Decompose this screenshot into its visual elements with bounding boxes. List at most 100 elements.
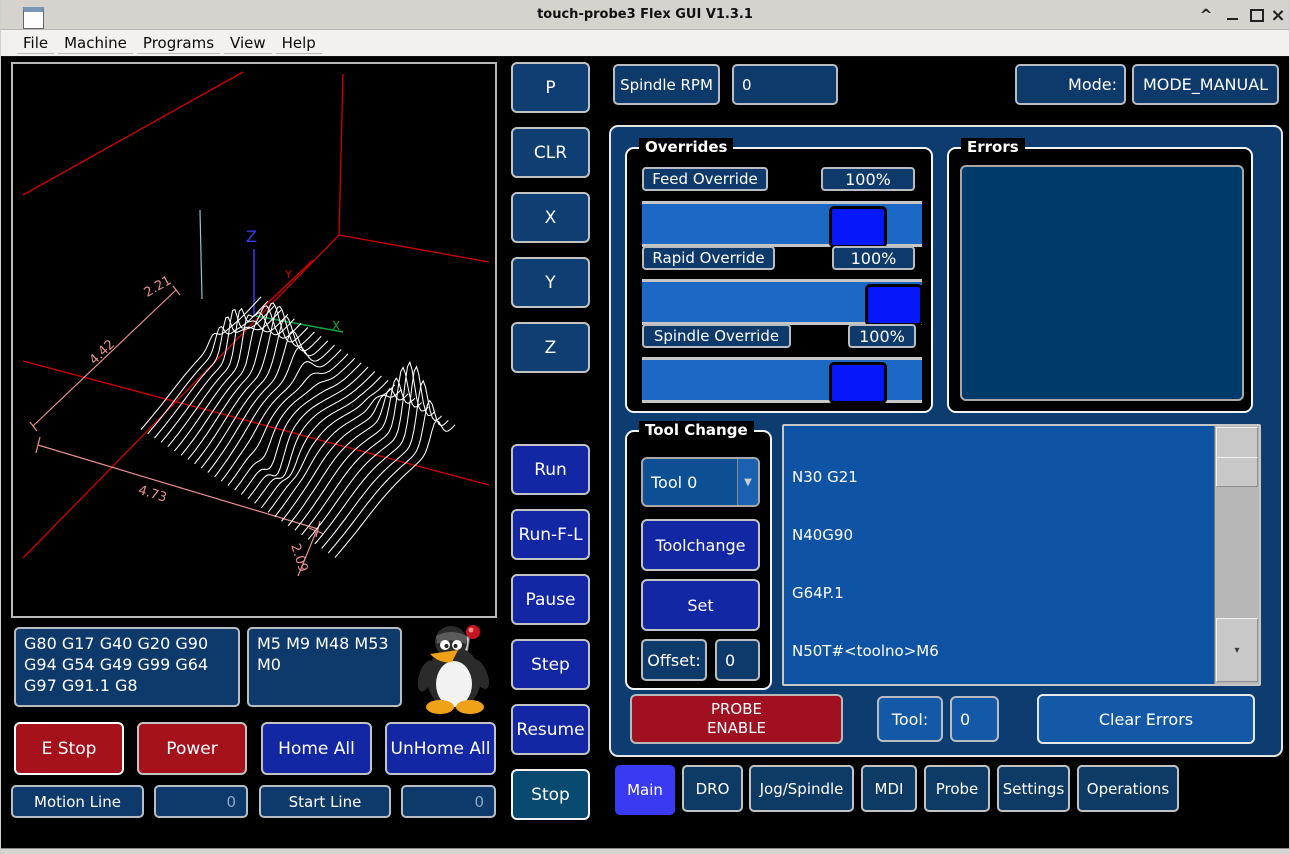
tab-jog-spindle[interactable]: Jog/Spindle (749, 765, 854, 812)
motion-line-value: 0 (154, 785, 248, 818)
stop-button[interactable]: Stop (511, 769, 590, 820)
gcodes-line: G80 G17 G40 G20 G90 (24, 633, 208, 654)
tux-penguin-image (414, 620, 498, 714)
toolpath-preview-svg: 2.21 4.42 4.73 2.09 Z X Y (13, 64, 495, 616)
errors-group: Errors (947, 147, 1253, 413)
tab-operations[interactable]: Operations (1077, 765, 1179, 812)
motion-line-label: Motion Line (11, 785, 144, 818)
titlebar[interactable]: touch-probe3 Flex GUI V1.3.1 ^ × (1, 0, 1289, 30)
close-icon[interactable]: × (1265, 0, 1290, 30)
scrollbar-down-icon[interactable]: ▾ (1216, 618, 1258, 682)
tab-settings[interactable]: Settings (997, 765, 1070, 812)
rapid-override-label: Rapid Override (642, 246, 775, 270)
mcodes-line: M0 (257, 654, 281, 675)
plot-y-button[interactable]: Y (511, 257, 590, 308)
mcodes-line: M5 M9 M48 M53 (257, 633, 389, 654)
menubar: File Machine Programs View Help (1, 30, 1289, 57)
app-window: touch-probe3 Flex GUI V1.3.1 ^ × File Ma… (0, 0, 1290, 854)
spindle-override-label: Spindle Override (642, 324, 791, 348)
dim-left: 4.42 (87, 337, 118, 368)
tab-probe[interactable]: Probe (924, 765, 990, 812)
spindle-override-slider-handle[interactable] (829, 362, 887, 404)
run-button[interactable]: Run (511, 444, 590, 495)
z-axis-label: Z (246, 227, 257, 246)
plot-z-button[interactable]: Z (511, 322, 590, 373)
feed-override-slider-handle[interactable] (829, 206, 887, 248)
shade-icon[interactable]: ^ (1193, 0, 1219, 30)
tab-dro[interactable]: DRO (682, 765, 743, 812)
clear-errors-button[interactable]: Clear Errors (1037, 694, 1255, 744)
gcode-line[interactable]: N30 G21 (792, 468, 1213, 487)
active-gcodes-box: G80 G17 G40 G20 G90 G94 G54 G49 G99 G64 … (14, 627, 240, 707)
start-line-value: 0 (401, 785, 496, 818)
tool-status-value: 0 (950, 696, 999, 742)
gcode-lines: N30 G21 N40G90 G64P.1 N50T#<toolno>M6 N6… (784, 426, 1213, 684)
chevron-down-icon[interactable]: ▼ (737, 459, 758, 505)
errors-list[interactable] (960, 165, 1244, 401)
gcode-line[interactable]: N50T#<toolno>M6 (792, 642, 1213, 661)
minimize-icon[interactable] (1219, 0, 1245, 30)
gcode-line[interactable]: G64P.1 (792, 584, 1213, 603)
errors-title: Errors (961, 138, 1025, 156)
offset-label: Offset: (641, 639, 707, 681)
y-axis-label: Y (284, 268, 292, 281)
gcode-listing[interactable]: N30 G21 N40G90 G64P.1 N50T#<toolno>M6 N6… (782, 424, 1261, 686)
feed-override-label: Feed Override (642, 167, 768, 191)
toolpath-lines (141, 297, 455, 558)
gcodes-line: G97 G91.1 G8 (24, 675, 138, 696)
menu-programs[interactable]: Programs (137, 32, 220, 54)
scrollbar-thumb[interactable] (1216, 457, 1258, 487)
gcode-scrollbar[interactable]: ▾ (1214, 426, 1259, 684)
tool-select-combobox[interactable]: Tool 0 ▼ (641, 457, 760, 507)
spindle-rpm-label: Spindle RPM (613, 64, 720, 105)
rapid-override-slider-handle[interactable] (865, 284, 923, 326)
window-title: touch-probe3 Flex GUI V1.3.1 (1, 7, 1289, 22)
set-button[interactable]: Set (641, 579, 760, 631)
plot-x-button[interactable]: X (511, 192, 590, 243)
dim-right: 2.09 (287, 542, 310, 574)
active-mcodes-box: M5 M9 M48 M53 M0 (247, 627, 402, 707)
dim-bottom: 4.73 (136, 483, 168, 506)
plot-p-button[interactable]: P (511, 62, 590, 113)
tab-mdi[interactable]: MDI (861, 765, 917, 812)
tool-change-title: Tool Change (639, 421, 754, 439)
resume-button[interactable]: Resume (511, 704, 590, 755)
menu-help[interactable]: Help (276, 32, 322, 54)
scrollbar-up-button[interactable] (1216, 427, 1258, 458)
menu-file[interactable]: File (17, 32, 54, 54)
main-tab-panel: Overrides Feed Override 100% Rapid Overr… (609, 125, 1283, 757)
rapid-override-value: 100% (832, 246, 915, 270)
spindle-override-slider[interactable] (642, 357, 922, 403)
menu-machine[interactable]: Machine (58, 32, 133, 54)
gcodes-line: G94 G54 G49 G99 G64 (24, 654, 208, 675)
toolchange-button[interactable]: Toolchange (641, 519, 760, 571)
overrides-group: Overrides Feed Override 100% Rapid Overr… (625, 147, 933, 413)
home-all-button[interactable]: Home All (261, 722, 372, 775)
feed-override-slider[interactable] (642, 201, 922, 247)
offset-value[interactable]: 0 (715, 639, 760, 681)
step-button[interactable]: Step (511, 639, 590, 690)
unhome-all-button[interactable]: UnHome All (385, 722, 496, 775)
pause-button[interactable]: Pause (511, 574, 590, 625)
run-from-line-button[interactable]: Run-F-L (511, 509, 590, 560)
rapid-override-slider[interactable] (642, 279, 922, 325)
power-button[interactable]: Power (137, 722, 247, 775)
mode-label: Mode: (1015, 64, 1126, 105)
x-axis-label: X (332, 319, 340, 333)
overrides-title: Overrides (639, 138, 733, 156)
spindle-rpm-value[interactable]: 0 (732, 64, 838, 105)
start-line-label: Start Line (259, 785, 391, 818)
probe-enable-button[interactable]: PROBE ENABLE (630, 694, 843, 744)
tab-main[interactable]: Main (615, 765, 675, 815)
spindle-override-value: 100% (848, 324, 916, 348)
tool-select-value: Tool 0 (651, 473, 697, 492)
gcode-line[interactable]: N40G90 (792, 526, 1213, 545)
estop-button[interactable]: E Stop (14, 722, 124, 775)
menu-view[interactable]: View (224, 32, 272, 54)
tool-change-group: Tool Change Tool 0 ▼ Toolchange Set Offs… (625, 430, 772, 690)
cone-line (200, 210, 202, 299)
plot-clr-button[interactable]: CLR (511, 127, 590, 178)
window-bottom-border (1, 848, 1289, 854)
gremlin-3d-preview[interactable]: 2.21 4.42 4.73 2.09 Z X Y (11, 62, 497, 618)
feed-override-value: 100% (821, 167, 915, 191)
